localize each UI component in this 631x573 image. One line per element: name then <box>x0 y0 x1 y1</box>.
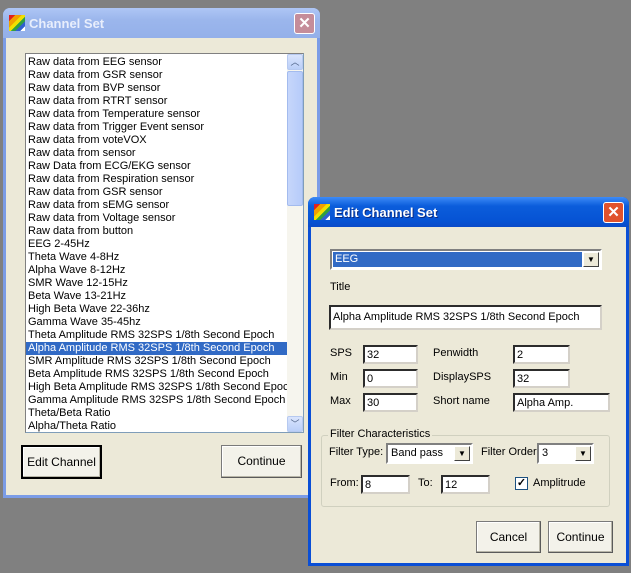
list-item[interactable]: Alpha Wave 8-12Hz <box>26 264 287 277</box>
list-item[interactable]: Raw data from sensor <box>26 147 287 160</box>
scroll-up-button[interactable]: ︿ <box>287 54 303 70</box>
window-title: Edit Channel Set <box>334 204 438 220</box>
list-item[interactable]: Raw data from Respiration sensor <box>26 173 287 186</box>
window-title: Channel Set <box>29 15 105 31</box>
list-item[interactable]: Raw data from Trigger Event sensor <box>26 121 287 134</box>
list-item[interactable]: Theta Wave 4-8Hz <box>26 251 287 264</box>
amplitude-checkbox[interactable]: ✓ <box>515 477 528 490</box>
from-input[interactable]: 8 <box>361 475 410 494</box>
min-label: Min <box>330 371 348 383</box>
title-label: Title <box>330 281 351 293</box>
list-item[interactable]: SMR Wave 12-15Hz <box>26 277 287 290</box>
list-item[interactable]: Raw data from button <box>26 225 287 238</box>
app-logo-icon <box>9 15 25 31</box>
penwidth-label: Penwidth <box>433 347 479 359</box>
chevron-down-icon[interactable]: ▼ <box>583 252 599 267</box>
list-item[interactable]: Raw Data from ECG/EKG sensor <box>26 160 287 173</box>
filter-type-label: Filter Type: <box>329 446 384 458</box>
title-bar[interactable]: Channel Set ✕ <box>3 8 320 38</box>
checkmark-icon: ✓ <box>516 477 527 489</box>
continue-button[interactable]: Continue <box>221 445 302 478</box>
filter-group-label: Filter Characteristics <box>328 428 433 440</box>
list-item[interactable]: Gamma Amplitude RMS 32SPS 1/8th Second E… <box>26 394 287 407</box>
list-item[interactable]: Raw data from EEG sensor <box>26 56 287 69</box>
list-item[interactable]: Beta Amplitude RMS 32SPS 1/8th Second Ep… <box>26 368 287 381</box>
title-bar[interactable]: Edit Channel Set ✕ <box>308 197 629 227</box>
list-item[interactable]: Raw data from Temperature sensor <box>26 108 287 121</box>
list-item[interactable]: Raw data from sEMG sensor <box>26 199 287 212</box>
list-item[interactable]: Beta Wave 13-21Hz <box>26 290 287 303</box>
filter-group: Filter Characteristics Filter Type: Band… <box>321 428 610 507</box>
shortname-input[interactable]: Alpha Amp. <box>513 393 610 412</box>
filter-order-label: Filter Order: <box>481 446 540 458</box>
displaysps-input[interactable]: 32 <box>513 369 570 388</box>
filter-type-select[interactable]: Band pass ▼ <box>386 443 473 464</box>
list-item[interactable]: Raw data from GSR sensor <box>26 186 287 199</box>
channel-type-select[interactable]: EEG ▼ <box>330 249 602 270</box>
to-input[interactable]: 12 <box>441 475 490 494</box>
sps-input[interactable]: 32 <box>363 345 418 364</box>
list-item[interactable]: Theta/Beta Ratio <box>26 407 287 420</box>
penwidth-input[interactable]: 2 <box>513 345 570 364</box>
list-item[interactable]: Gamma Wave 35-45hz <box>26 316 287 329</box>
scroll-thumb[interactable] <box>287 71 303 206</box>
list-item[interactable]: Raw data from Voltage sensor <box>26 212 287 225</box>
list-item[interactable]: EEG 2-45Hz <box>26 238 287 251</box>
list-item[interactable]: High Beta Amplitude RMS 32SPS 1/8th Seco… <box>26 381 287 394</box>
list-item[interactable]: High Beta Wave 22-36hz <box>26 303 287 316</box>
chevron-down-icon[interactable]: ▼ <box>454 446 470 461</box>
channel-set-window: Channel Set ✕ Raw data from EEG sensor Ra… <box>3 8 320 498</box>
displaysps-label: DisplaySPS <box>433 371 492 383</box>
list-item[interactable]: Alpha/Theta Ratio <box>26 420 287 432</box>
list-item[interactable]: Raw data from RTRT sensor <box>26 95 287 108</box>
from-label: From: <box>330 477 359 489</box>
continue-button[interactable]: Continue <box>548 521 613 553</box>
min-input[interactable]: 0 <box>363 369 418 388</box>
chevron-down-icon[interactable]: ▼ <box>575 446 591 461</box>
title-input[interactable]: Alpha Amplitude RMS 32SPS 1/8th Second E… <box>329 305 602 330</box>
list-item[interactable]: Theta Amplitude RMS 32SPS 1/8th Second E… <box>26 329 287 342</box>
to-label: To: <box>418 477 433 489</box>
scrollbar[interactable]: ︿ ﹀ <box>287 54 303 432</box>
amplitude-label: Amplitrude <box>533 477 586 489</box>
max-input[interactable]: 30 <box>363 393 418 412</box>
list-item[interactable]: Raw data from BVP sensor <box>26 82 287 95</box>
list-item[interactable]: Raw data from voteVOX <box>26 134 287 147</box>
list-item[interactable]: Raw data from GSR sensor <box>26 69 287 82</box>
cancel-button[interactable]: Cancel <box>476 521 541 553</box>
channel-list[interactable]: Raw data from EEG sensor Raw data from GS… <box>25 53 304 433</box>
sps-label: SPS <box>330 347 353 359</box>
edit-channel-set-window: Edit Channel Set ✕ EEG ▼ Title Alpha Amp… <box>308 197 629 566</box>
list-item[interactable]: SMR Amplitude RMS 32SPS 1/8th Second Epo… <box>26 355 287 368</box>
list-item[interactable]: Alpha Amplitude RMS 32SPS 1/8th Second E… <box>26 342 287 355</box>
app-logo-icon <box>314 204 330 220</box>
scroll-down-button[interactable]: ﹀ <box>287 416 303 432</box>
close-button[interactable]: ✕ <box>294 13 315 34</box>
close-button[interactable]: ✕ <box>603 202 624 223</box>
filter-order-select[interactable]: 3 ▼ <box>537 443 594 464</box>
edit-channel-button[interactable]: Edit Channel <box>21 445 102 479</box>
shortname-label: Short name <box>433 395 490 407</box>
max-label: Max <box>330 395 351 407</box>
